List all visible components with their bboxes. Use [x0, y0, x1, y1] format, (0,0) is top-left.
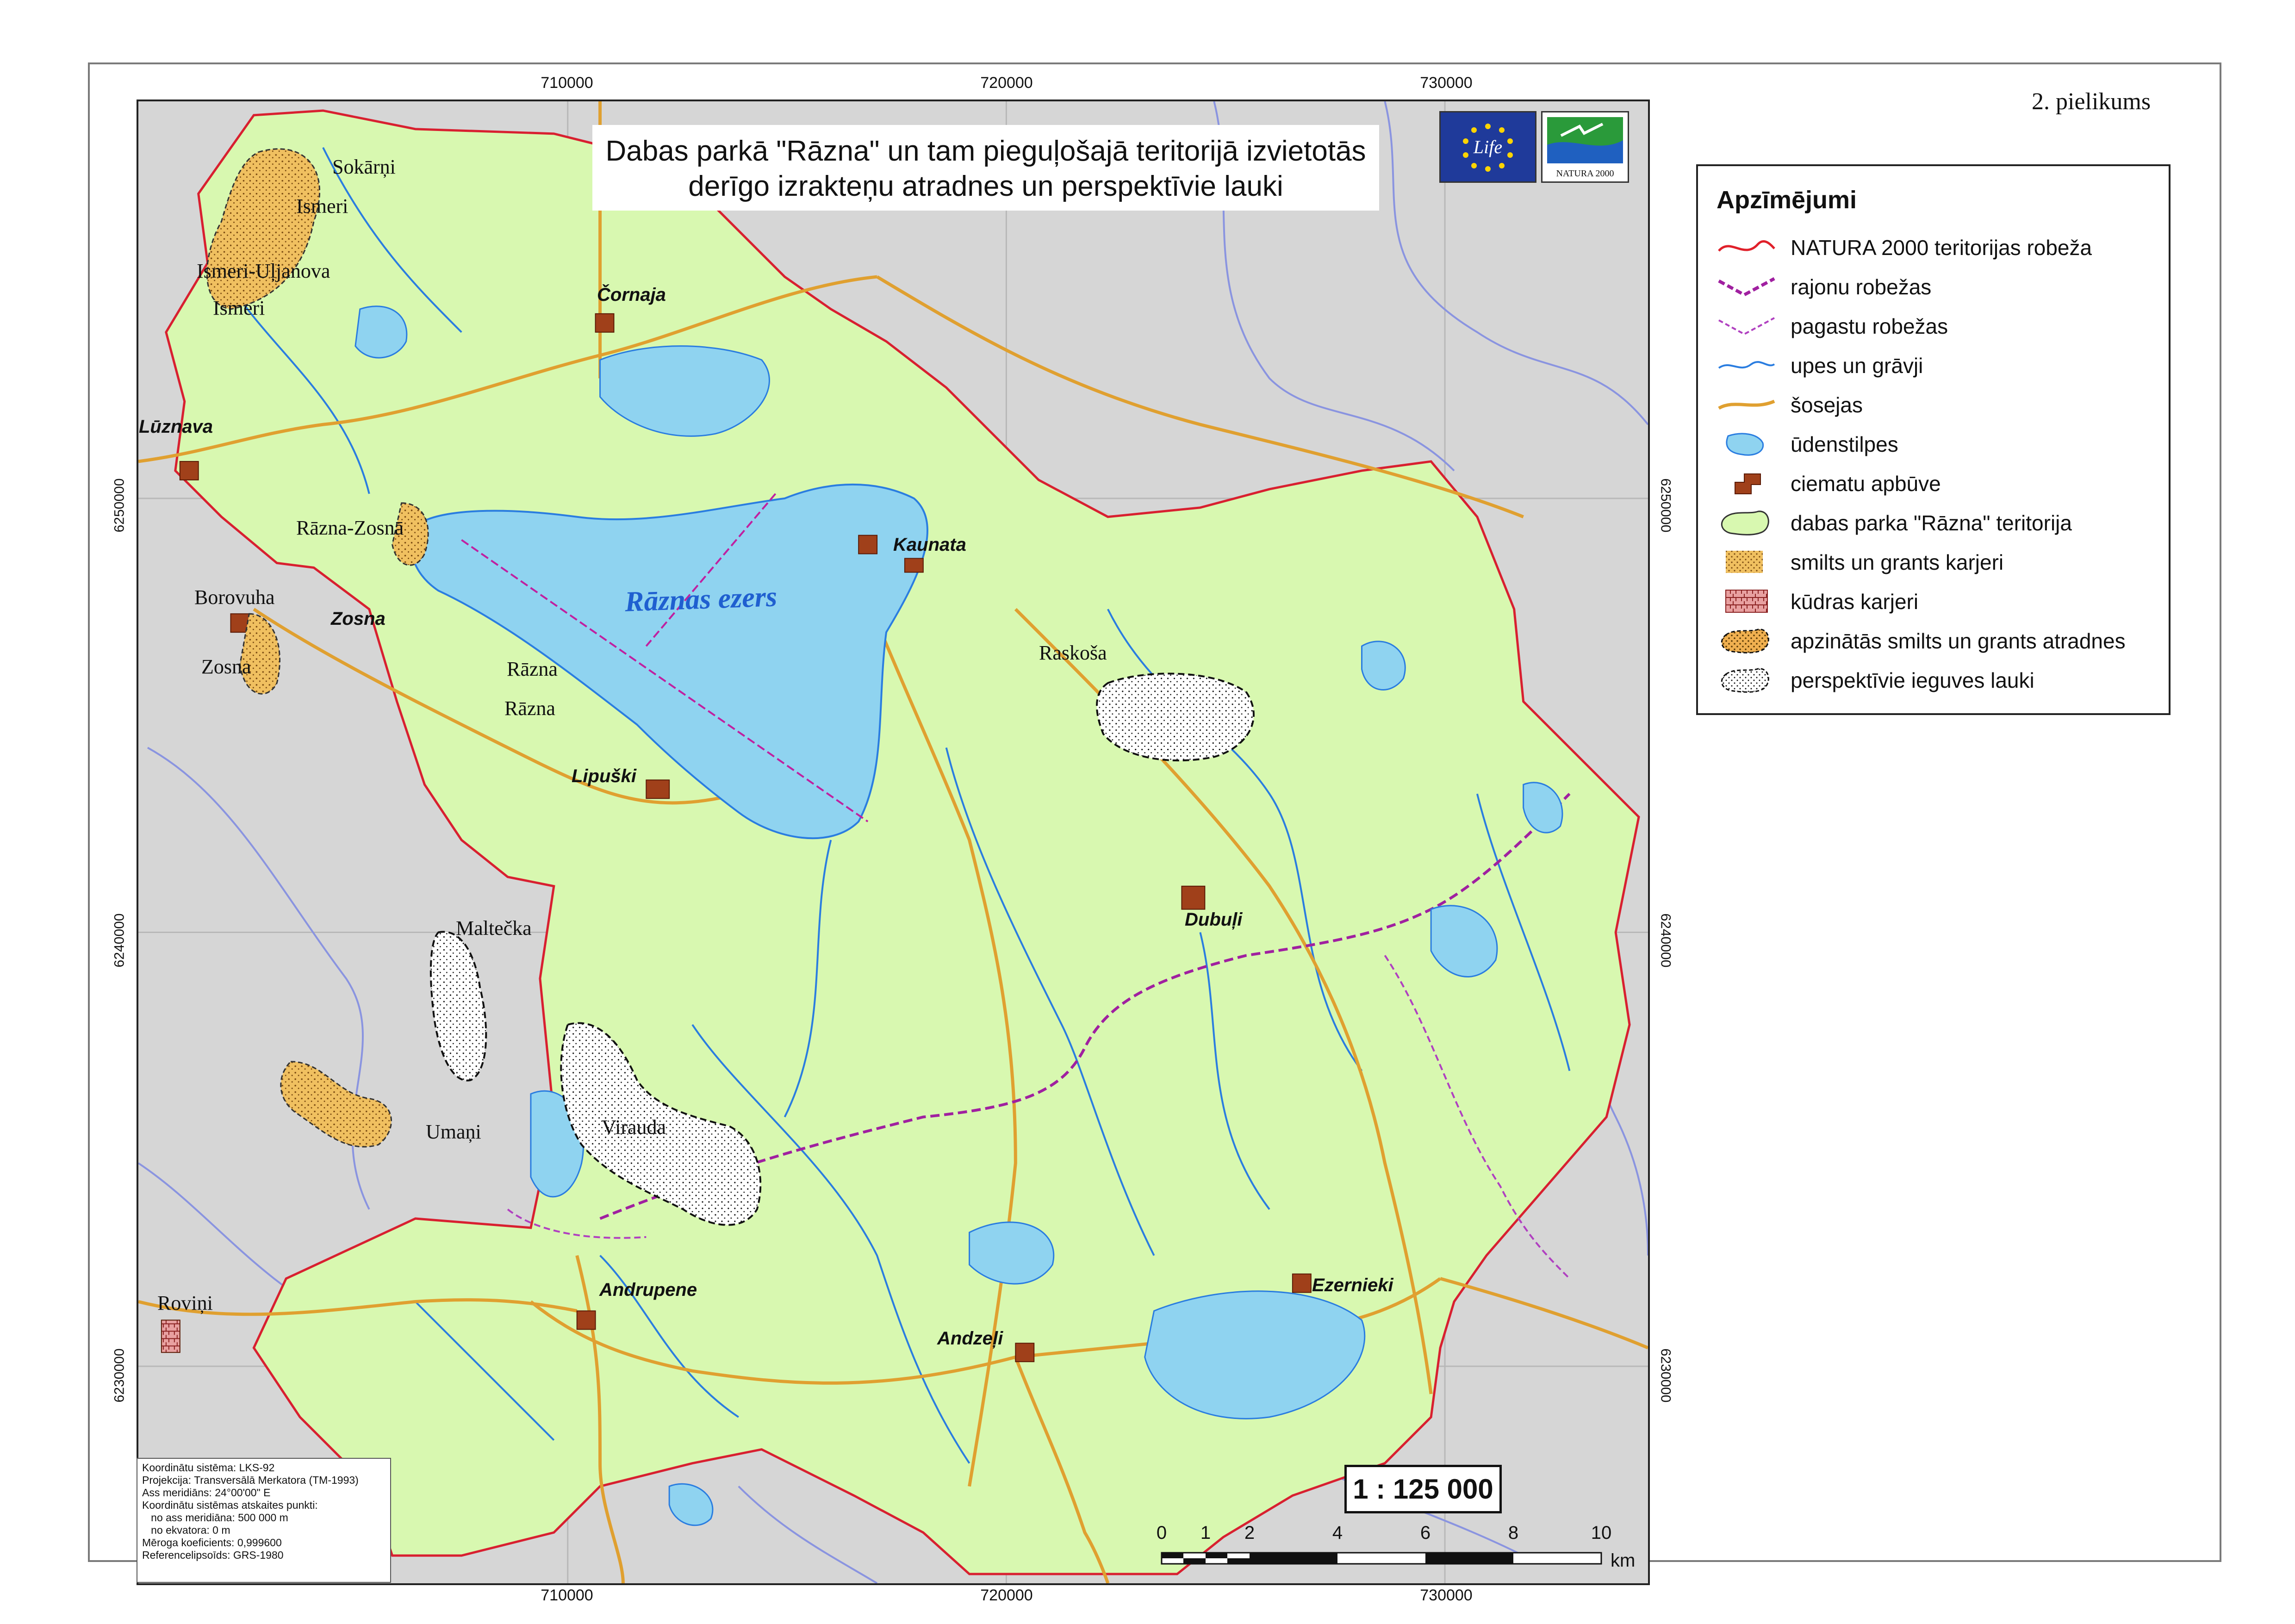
known-deposit-icon	[1721, 628, 1769, 653]
legend-item-sand-pits: smilts un grants karjeri	[1712, 543, 2156, 580]
legend-item-known-deposits: apzinātās smilts un grants atradnes	[1712, 622, 2156, 659]
scale-tick-label: 4	[1332, 1523, 1343, 1543]
scale-tick-label: 2	[1244, 1523, 1255, 1543]
sand-pit-icon	[1726, 551, 1763, 573]
info-line: Ass meridiāns: 24°00'00" E	[142, 1487, 271, 1499]
district-boundary-icon	[1718, 277, 1775, 297]
place-virauda: Virauda	[602, 1116, 666, 1139]
village-zosna: Zosna	[331, 609, 386, 629]
place-umani: Umaņi	[426, 1120, 481, 1143]
place-ismeri-2: Ismeri	[213, 297, 265, 319]
river-icon	[1718, 361, 1775, 369]
map-frame[interactable]	[137, 100, 1650, 1585]
info-line: Referencelipsoīds: GRS-1980	[142, 1549, 284, 1561]
place-zosna: Zosna	[201, 655, 251, 678]
coordinate-info-box: Koordinātu sistēma: LKS-92 Projekcija: T…	[137, 1458, 391, 1583]
place-maltecka: Maltečka	[456, 917, 532, 940]
village-cornaja: Čornaja	[597, 285, 666, 305]
peat-pit-icon	[1725, 590, 1768, 613]
road-icon	[1718, 399, 1775, 410]
natura-2000-logo: NATURA 2000	[1541, 111, 1629, 183]
sheet-label: 2. pielikums	[2032, 88, 2151, 115]
title-line-1: Dabas parkā "Rāzna" un tam pieguļošajā t…	[605, 135, 1366, 167]
info-line: no ekvatora: 0 m	[142, 1524, 230, 1536]
scale-ratio: 1 : 125 000	[1344, 1465, 1502, 1513]
info-line: Mēroga koeficients: 0,999600	[142, 1537, 282, 1549]
legend-item-water: ūdenstilpes	[1712, 425, 2156, 462]
scale-tick-label: 1	[1200, 1523, 1211, 1543]
scale-tick-label: 10	[1591, 1523, 1612, 1543]
place-razna-1: Rāzna	[507, 658, 558, 680]
parish-boundary-icon	[1718, 317, 1775, 336]
svg-text:Life: Life	[1473, 137, 1502, 157]
scale-unit: km	[1611, 1550, 1636, 1571]
village-luznava: Lūznava	[139, 417, 213, 437]
coord-top-1: 710000	[541, 74, 593, 92]
legend-item-roads: šosejas	[1712, 386, 2156, 423]
map-canvas	[138, 101, 1648, 1583]
coord-top-2: 720000	[980, 74, 1033, 92]
scale-tick-label: 8	[1508, 1523, 1519, 1543]
coord-top-3: 730000	[1420, 74, 1473, 92]
legend-item-parish-boundary: pagastu robežas	[1712, 307, 2156, 344]
legend-item-district-boundary: rajonu robežas	[1712, 268, 2156, 305]
coord-right-1: 6250000	[1658, 478, 1673, 533]
village-kaunata: Kaunata	[893, 535, 966, 555]
natura-boundary-icon	[1718, 240, 1775, 252]
prospective-field-icon	[1721, 668, 1769, 693]
legend-item-prospective-fields: perspektīvie ieguves lauki	[1712, 661, 2156, 698]
legend: Apzīmējumi NATURA 2000 teritorijas robež…	[1696, 164, 2171, 715]
coord-left-2: 6240000	[112, 913, 127, 968]
place-ismeri-uljanova: Ismeri-Uļjanova	[197, 260, 330, 282]
coord-left-1: 6250000	[112, 478, 127, 533]
village-ezernieki: Ezernieki	[1312, 1275, 1393, 1295]
park-icon	[1721, 510, 1769, 535]
scale-tick-label: 0	[1156, 1523, 1167, 1543]
settlement-icon	[1735, 473, 1761, 494]
scale-tick-label: 6	[1420, 1523, 1431, 1543]
village-andzeli: Andzeļi	[937, 1328, 1003, 1349]
water-icon	[1726, 433, 1764, 456]
peat-pit	[161, 1319, 180, 1353]
coord-bottom-1: 710000	[541, 1587, 593, 1604]
info-line: Projekcija: Transversālā Merkatora (TM-1…	[142, 1474, 359, 1486]
legend-item-settlements: ciematu apbūve	[1712, 465, 2156, 502]
village-lipuski: Lipuški	[572, 766, 637, 786]
coord-left-3: 6230000	[112, 1348, 127, 1403]
legend-item-rivers: upes un grāvji	[1712, 347, 2156, 384]
legend-item-peat-pits: kūdras karjeri	[1712, 583, 2156, 620]
legend-item-park: dabas parka "Rāzna" teritorija	[1712, 504, 2156, 541]
scale-bar-graphic	[1161, 1552, 1602, 1565]
place-borovuha: Borovuha	[194, 586, 275, 609]
legend-item-natura-boundary: NATURA 2000 teritorijas robeža	[1712, 229, 2156, 266]
title-line-2: derīgo izrakteņu atradnes un perspektīvi…	[688, 170, 1283, 202]
village-dubuli: Dubuļi	[1185, 909, 1243, 930]
scale-bar: 0 1 2 4 6 8 10 km	[1152, 1523, 1643, 1578]
lake-label: Rāznas ezers	[624, 581, 778, 618]
place-sokarni: Sokārņi	[332, 156, 396, 178]
svg-text:NATURA 2000: NATURA 2000	[1556, 168, 1614, 179]
coord-bottom-3: 730000	[1420, 1587, 1473, 1604]
coord-right-3: 6230000	[1658, 1348, 1673, 1403]
legend-title: Apzīmējumi	[1717, 186, 1857, 214]
coord-right-2: 6240000	[1658, 913, 1673, 968]
place-razna-zosna: Rāzna-Zosnā	[296, 516, 404, 539]
map-title: Dabas parkā "Rāzna" un tam pieguļošajā t…	[592, 125, 1379, 211]
life-logo: Life	[1439, 111, 1536, 183]
info-line: no ass meridiāna: 500 000 m	[142, 1512, 288, 1524]
place-rovini: Roviņi	[157, 1292, 213, 1314]
place-ismeri-1: Ismeri	[296, 195, 348, 218]
coord-bottom-2: 720000	[980, 1587, 1033, 1604]
village-andrupene: Andrupene	[599, 1280, 697, 1300]
info-line: Koordinātu sistēmas atskaites punkti:	[142, 1499, 318, 1511]
info-line: Koordinātu sistēma: LKS-92	[142, 1462, 275, 1474]
place-raskosa: Raskoša	[1039, 641, 1107, 664]
place-razna-2: Rāzna	[504, 697, 555, 720]
